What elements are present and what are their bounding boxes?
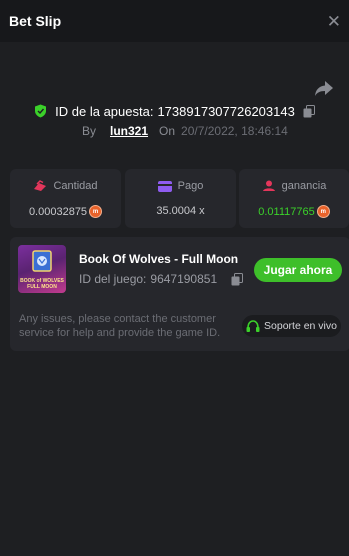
- bet-date: 20/7/2022, 18:46:14: [181, 124, 288, 138]
- book-icon: [32, 250, 52, 272]
- game-id-row: ID del juego: 9647190851: [79, 272, 244, 286]
- amount-value: 0.00032875: [28, 205, 88, 218]
- bet-id-label: ID de la apuesta:: [55, 103, 154, 119]
- username-link[interactable]: lun321: [110, 124, 148, 138]
- profit-value: 0.01117765: [258, 205, 315, 218]
- headset-icon: [246, 319, 260, 332]
- support-label: Soporte en vivo: [264, 320, 337, 332]
- coins-icon: [34, 180, 47, 191]
- bet-slip-header: Bet Slip ✕: [0, 0, 349, 42]
- currency-coin-icon: m: [316, 205, 330, 218]
- currency-coin-icon: m: [89, 205, 103, 218]
- bet-author-row: By lun321 On 20/7/2022, 18:46:14: [82, 122, 288, 140]
- game-card: BOOK of WOLVES FULL MOON Book Of Wolves …: [10, 237, 349, 351]
- profit-label: ganancia: [281, 180, 327, 192]
- live-support-button[interactable]: Soporte en vivo: [242, 315, 341, 337]
- card-icon: [157, 180, 172, 192]
- game-thumbnail[interactable]: BOOK of WOLVES FULL MOON: [18, 245, 66, 293]
- copy-icon[interactable]: [231, 272, 244, 286]
- payout-label: Pago: [177, 180, 204, 192]
- payout-value: 35.0004 x: [156, 205, 205, 217]
- shield-icon: [35, 104, 47, 118]
- page-title: Bet Slip: [9, 13, 62, 29]
- amount-label: Cantidad: [53, 180, 98, 192]
- profit-card: ganancia 0.01117765 m: [239, 169, 349, 228]
- game-id-label: ID del juego:: [79, 272, 147, 286]
- share-icon[interactable]: [313, 78, 335, 98]
- play-now-button[interactable]: Jugar ahora: [254, 258, 342, 282]
- bet-id-row: ID de la apuesta: 1738917307726203143: [0, 101, 349, 121]
- thumbnail-title: BOOK of WOLVES FULL MOON: [20, 278, 64, 290]
- game-name: Book Of Wolves - Full Moon: [79, 252, 239, 266]
- game-id-value: 9647190851: [150, 272, 218, 286]
- by-label: By: [82, 124, 97, 138]
- on-label: On: [159, 124, 176, 138]
- amount-card: Cantidad 0.00032875 m: [10, 169, 121, 228]
- profit-icon: [262, 180, 275, 191]
- copy-icon[interactable]: [303, 104, 315, 118]
- bet-id-value: 1738917307726203143: [157, 103, 295, 119]
- help-text: Any issues, please contact the customer …: [19, 313, 221, 339]
- payout-card: Pago 35.0004 x: [125, 169, 236, 228]
- close-icon[interactable]: ✕: [327, 13, 341, 30]
